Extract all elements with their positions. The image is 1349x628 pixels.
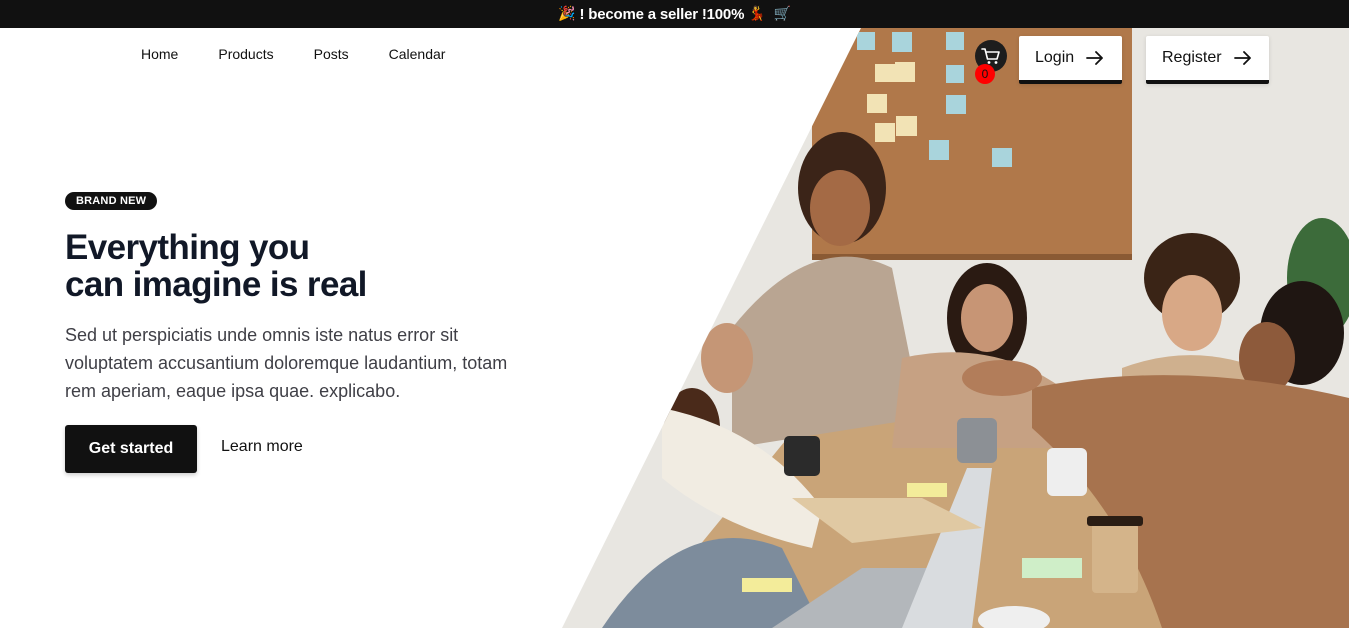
nav-calendar[interactable]: Calendar (389, 44, 446, 64)
dancer-icon: 💃 (748, 6, 766, 22)
login-button[interactable]: Login (1019, 36, 1122, 84)
announcement-bar: 🎉 ! become a seller !100% 💃 🛒 (0, 0, 1349, 28)
shopping-cart-emoji-icon: 🛒 (773, 6, 791, 22)
cart-count-badge: 0 (975, 64, 995, 84)
nav-home[interactable]: Home (141, 44, 178, 64)
arrow-right-icon (1086, 51, 1104, 65)
main-nav: Home Products Posts Calendar (141, 44, 485, 64)
nav-products[interactable]: Products (218, 44, 273, 64)
hero-image (562, 28, 1349, 628)
hero-title-line1: Everything you (65, 228, 310, 267)
register-label: Register (1162, 49, 1222, 66)
party-popper-icon: 🎉 (558, 6, 576, 22)
brand-new-badge: BRAND NEW (65, 192, 158, 210)
register-button[interactable]: Register (1146, 36, 1269, 84)
announcement-text: ! become a seller !100% (579, 5, 745, 23)
login-label: Login (1035, 49, 1075, 66)
hero-title: Everything you can imagine is real (65, 229, 545, 303)
cart-icon (981, 48, 1000, 64)
nav-posts[interactable]: Posts (314, 44, 349, 64)
hero-description: Sed ut perspiciatis unde omnis iste natu… (65, 325, 508, 401)
learn-more-link[interactable]: Learn more (221, 438, 303, 456)
get-started-button[interactable]: Get started (65, 425, 197, 473)
hero-title-line2: can imagine is real (65, 265, 367, 304)
arrow-right-icon (1233, 51, 1251, 65)
